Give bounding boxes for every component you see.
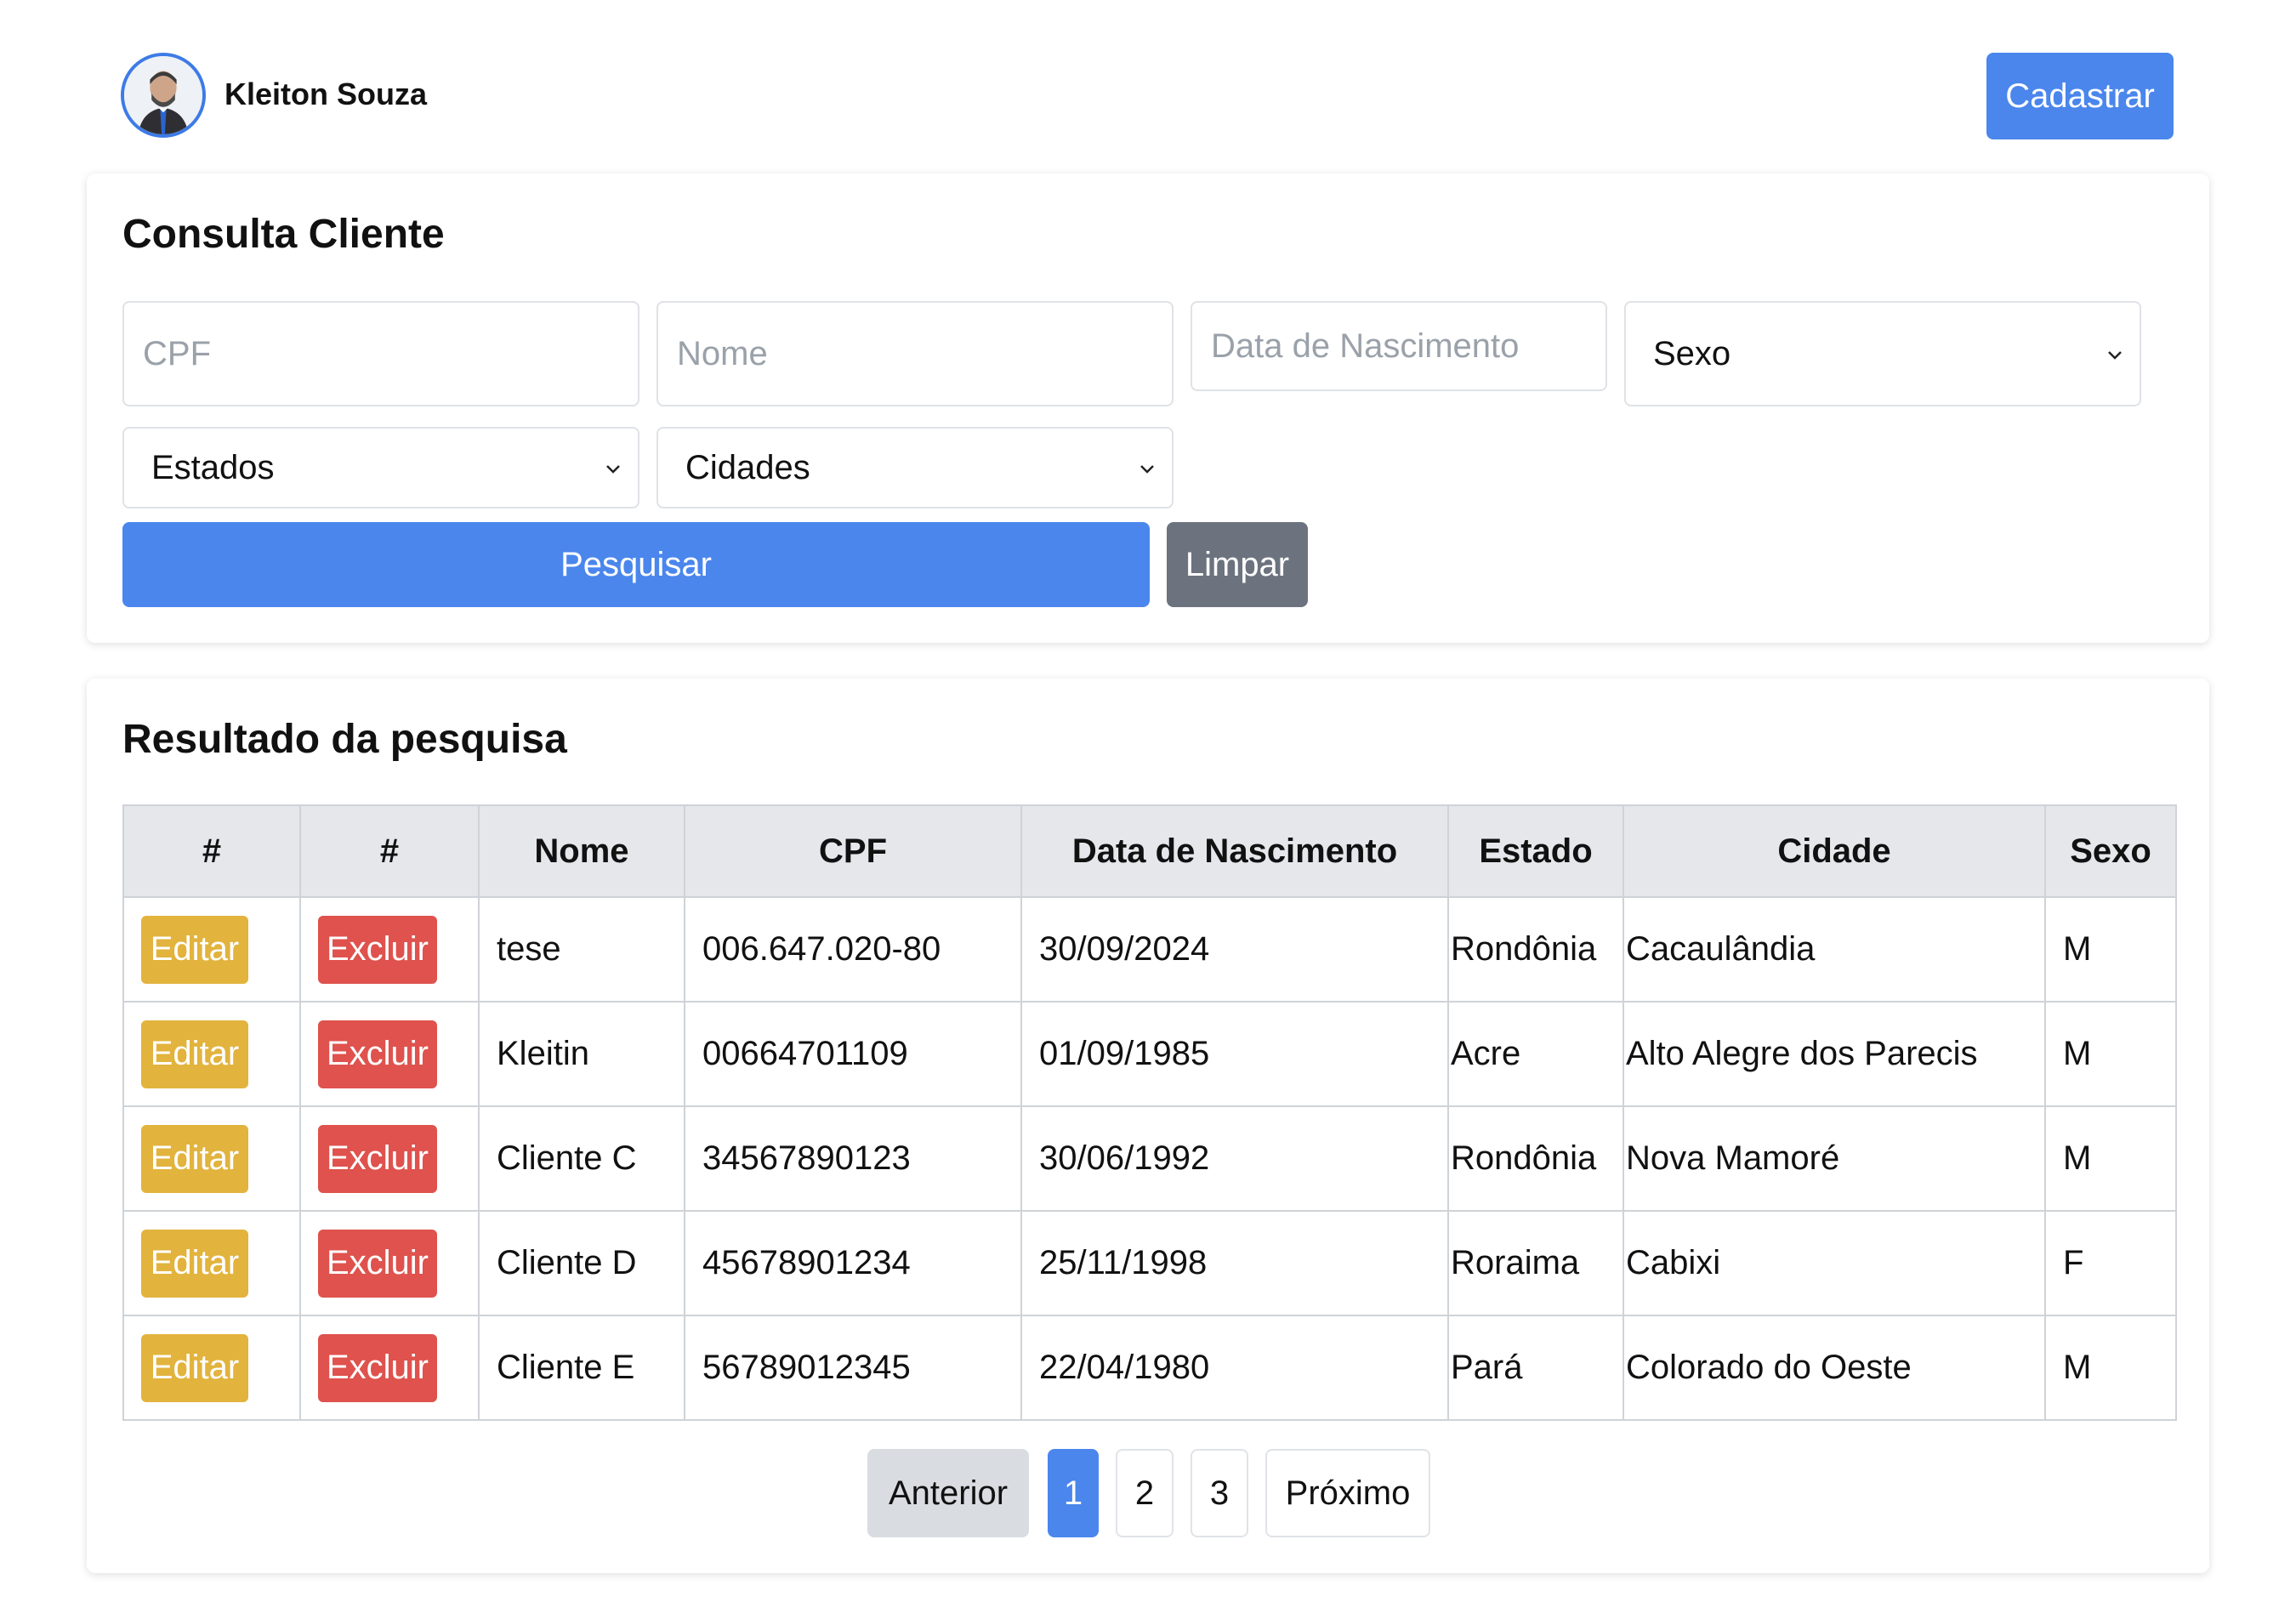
cell-sexo: M xyxy=(2044,896,2177,1003)
edit-button[interactable]: Editar xyxy=(141,1333,248,1402)
column-header: # xyxy=(299,804,480,898)
column-header: Sexo xyxy=(2044,804,2177,898)
avatar-person-icon xyxy=(124,56,202,134)
cell-estado: Pará xyxy=(1447,1315,1624,1421)
user-avatar[interactable] xyxy=(121,53,206,138)
cell-cidade: Cacaulândia xyxy=(1623,896,2046,1003)
page-button-3[interactable]: 3 xyxy=(1191,1449,1248,1537)
cell-cidade: Colorado do Oeste xyxy=(1623,1315,2046,1421)
estados-select-value: Estados xyxy=(151,448,275,486)
cell-cidade: Alto Alegre dos Parecis xyxy=(1623,1001,2046,1107)
cell-sexo: M xyxy=(2044,1315,2177,1421)
table-row: Editar Excluir Cliente E 56789012345 22/… xyxy=(122,1315,2177,1421)
cell-nome: tese xyxy=(478,896,685,1003)
edit-button[interactable]: Editar xyxy=(141,1020,248,1088)
chevron-down-icon xyxy=(1140,465,1154,474)
table-header-row: # # Nome CPF Data de Nascimento Estado C… xyxy=(122,804,2177,898)
register-button[interactable]: Cadastrar xyxy=(1986,53,2174,139)
birthdate-input[interactable] xyxy=(1191,301,1607,391)
cell-cidade: Nova Mamoré xyxy=(1623,1105,2046,1212)
cell-estado: Roraima xyxy=(1447,1210,1624,1316)
cell-nascimento: 30/09/2024 xyxy=(1020,896,1449,1003)
column-header: CPF xyxy=(684,804,1022,898)
chevron-down-icon xyxy=(2108,351,2122,360)
cell-cidade: Cabixi xyxy=(1623,1210,2046,1316)
nome-input[interactable] xyxy=(656,301,1174,406)
cell-nome: Cliente C xyxy=(478,1105,685,1212)
cell-nome: Cliente E xyxy=(478,1315,685,1421)
edit-button[interactable]: Editar xyxy=(141,1124,248,1193)
cell-nome: Cliente D xyxy=(478,1210,685,1316)
column-header: Data de Nascimento xyxy=(1020,804,1449,898)
cell-estado: Rondônia xyxy=(1447,896,1624,1003)
cidades-select[interactable]: Cidades xyxy=(656,427,1174,508)
column-header: Nome xyxy=(478,804,685,898)
cell-sexo: M xyxy=(2044,1001,2177,1107)
cpf-input[interactable] xyxy=(122,301,639,406)
cell-sexo: M xyxy=(2044,1105,2177,1212)
cell-nascimento: 22/04/1980 xyxy=(1020,1315,1449,1421)
cell-nome: Kleitin xyxy=(478,1001,685,1107)
cell-nascimento: 25/11/1998 xyxy=(1020,1210,1449,1316)
search-button[interactable]: Pesquisar xyxy=(122,522,1150,607)
cell-nascimento: 01/09/1985 xyxy=(1020,1001,1449,1107)
delete-button[interactable]: Excluir xyxy=(318,1229,437,1298)
cell-estado: Acre xyxy=(1447,1001,1624,1107)
results-card: Resultado da pesquisa # # Nome CPF Data … xyxy=(87,679,2209,1573)
table-row: Editar Excluir Kleitin 00664701109 01/09… xyxy=(122,1001,2177,1107)
column-header: Cidade xyxy=(1623,804,2046,898)
column-header: # xyxy=(122,804,301,898)
results-table: # # Nome CPF Data de Nascimento Estado C… xyxy=(122,804,2177,1421)
column-header: Estado xyxy=(1447,804,1624,898)
cell-cpf: 56789012345 xyxy=(684,1315,1022,1421)
page-button-2[interactable]: 2 xyxy=(1116,1449,1174,1537)
estados-select[interactable]: Estados xyxy=(122,427,639,508)
results-title: Resultado da pesquisa xyxy=(122,717,567,762)
top-bar: Kleiton Souza Cadastrar xyxy=(0,0,2296,170)
table-row: Editar Excluir Cliente D 45678901234 25/… xyxy=(122,1210,2177,1316)
next-page-button[interactable]: Próximo xyxy=(1265,1449,1430,1537)
cell-estado: Rondônia xyxy=(1447,1105,1624,1212)
cell-cpf: 00664701109 xyxy=(684,1001,1022,1107)
table-row: Editar Excluir Cliente C 34567890123 30/… xyxy=(122,1105,2177,1212)
clear-button[interactable]: Limpar xyxy=(1167,522,1308,607)
edit-button[interactable]: Editar xyxy=(141,1229,248,1298)
cell-cpf: 45678901234 xyxy=(684,1210,1022,1316)
sexo-select[interactable]: Sexo xyxy=(1624,301,2141,406)
delete-button[interactable]: Excluir xyxy=(318,1333,437,1402)
cell-cpf: 34567890123 xyxy=(684,1105,1022,1212)
search-card: Consulta Cliente Sexo Estados Cidades Pe… xyxy=(87,173,2209,643)
chevron-down-icon xyxy=(606,465,620,474)
search-title: Consulta Cliente xyxy=(122,212,445,257)
user-name: Kleiton Souza xyxy=(224,77,428,111)
sexo-select-value: Sexo xyxy=(1653,334,1731,372)
page-button-1[interactable]: 1 xyxy=(1048,1449,1099,1537)
previous-page-button[interactable]: Anterior xyxy=(867,1449,1029,1537)
cell-nascimento: 30/06/1992 xyxy=(1020,1105,1449,1212)
table-row: Editar Excluir tese 006.647.020-80 30/09… xyxy=(122,896,2177,1003)
cidades-select-value: Cidades xyxy=(685,448,810,486)
edit-button[interactable]: Editar xyxy=(141,915,248,984)
cell-sexo: F xyxy=(2044,1210,2177,1316)
cell-cpf: 006.647.020-80 xyxy=(684,896,1022,1003)
delete-button[interactable]: Excluir xyxy=(318,1124,437,1193)
delete-button[interactable]: Excluir xyxy=(318,915,437,984)
delete-button[interactable]: Excluir xyxy=(318,1020,437,1088)
